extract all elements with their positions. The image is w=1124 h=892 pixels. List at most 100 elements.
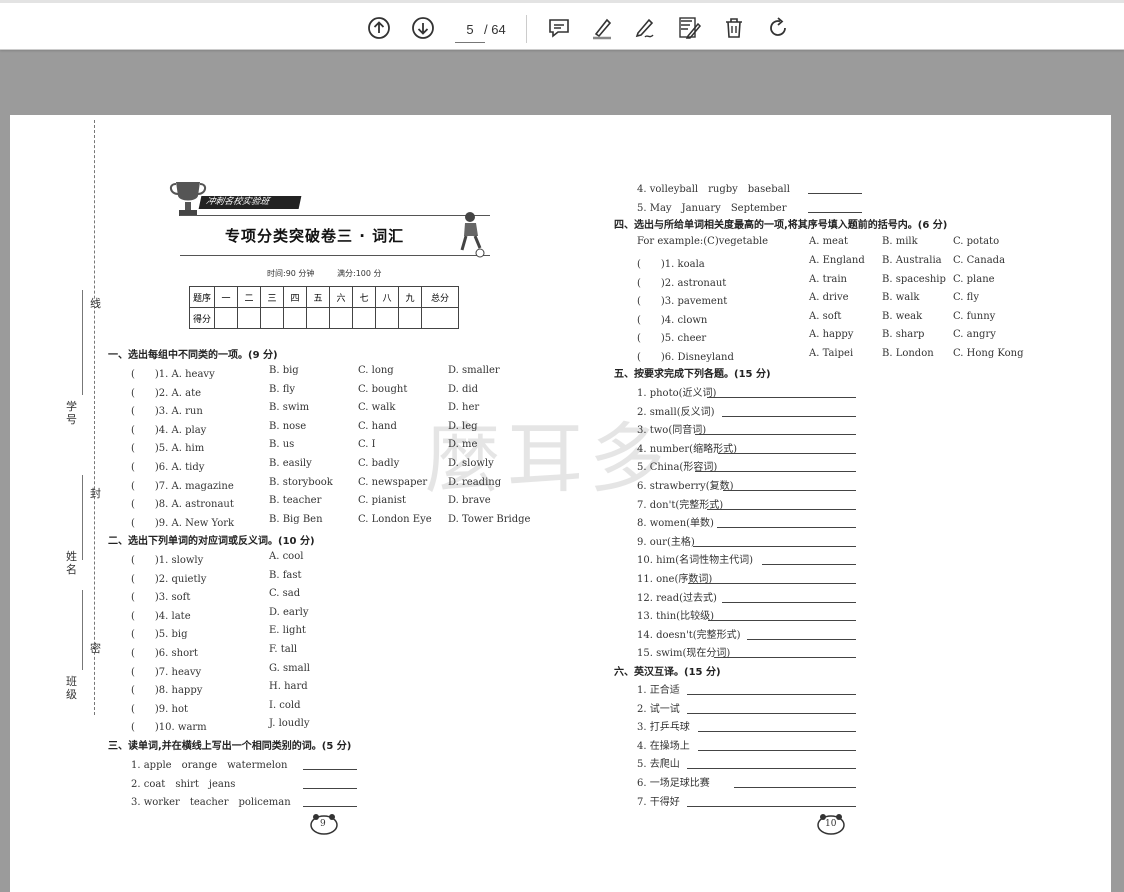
section3-answer-line[interactable] [303, 787, 357, 789]
section1-option-b: B. us [269, 439, 295, 451]
section4-example: For example:(C)vegetable [637, 236, 769, 247]
section5-answer-line[interactable] [695, 471, 856, 473]
section5-answer-line[interactable] [722, 601, 856, 603]
section5-question: 6. strawberry(复数) [637, 481, 734, 492]
section2-option: A. cool [269, 551, 304, 562]
section2-question: ( )3. soft [131, 592, 191, 604]
section2-option: C. sad [269, 588, 301, 600]
section6-question: 6. 一场足球比赛 [637, 778, 710, 789]
section6-answer-line[interactable] [687, 694, 856, 695]
series-banner-text: 冲刺名校实验班 [205, 197, 271, 207]
section1-option-b: B. swim [269, 402, 310, 414]
highlighter-icon[interactable] [589, 15, 615, 41]
section5-answer-line[interactable] [762, 564, 856, 566]
section5-question: 10. him(名词性物主代词) [637, 555, 754, 567]
section4-example-a: A. meat [809, 236, 848, 247]
section5-question: 13. thin(比较级) [637, 611, 714, 623]
score-cell: 题序 [188, 286, 216, 308]
score-cell [352, 307, 377, 329]
section2-question: ( )10. warm [131, 722, 207, 734]
section2-question: ( )9. hot [131, 703, 189, 715]
section4-option-c: C. angry [953, 329, 996, 341]
section5-answer-line[interactable] [717, 527, 856, 529]
section5-answer-line[interactable] [688, 583, 856, 584]
section3-answer-line[interactable] [303, 769, 357, 770]
section4-option-b: B. walk [882, 292, 920, 304]
page-number-input[interactable] [455, 16, 485, 43]
section3-answer-line[interactable] [808, 211, 862, 213]
section5-answer-line[interactable] [707, 508, 856, 510]
binding-dashed-line [94, 120, 95, 715]
section5-answer-line[interactable] [707, 397, 856, 398]
section4-option-a: A. drive [809, 292, 849, 304]
rotate-icon[interactable] [765, 15, 791, 41]
section1-option-c: C. newspaper [358, 476, 428, 488]
section5-answer-line[interactable] [708, 620, 856, 622]
score-cell: 七 [352, 286, 377, 308]
score-cell [329, 307, 354, 329]
section4-heading: 四、选出与所给单词相关度最高的一项,将其序号填入题前的括号内。(6 分) [614, 220, 948, 231]
section5-question: 2. small(反义词) [637, 406, 715, 418]
section6-answer-line[interactable] [687, 712, 856, 714]
section3-answer-line[interactable] [303, 806, 357, 808]
section1-question: ( )6. A. tidy [131, 462, 205, 473]
previous-page-icon[interactable] [366, 15, 392, 41]
section2-question: ( )5. big [131, 629, 188, 641]
section5-answer-line[interactable] [722, 415, 856, 417]
section5-answer-line[interactable] [695, 434, 856, 436]
section4-question: ( )6. Disneyland [637, 352, 734, 363]
section3-answer-line[interactable] [808, 193, 862, 194]
section1-option-d: D. reading [448, 476, 502, 488]
draw-icon[interactable] [632, 15, 658, 41]
section5-answer-line[interactable] [714, 657, 856, 659]
section5-answer-line[interactable] [747, 638, 856, 640]
page-number-left: 9 [320, 819, 326, 829]
soccer-player-icon [460, 212, 485, 258]
section5-answer-line[interactable] [718, 452, 856, 454]
section1-option-d: D. her [448, 402, 480, 414]
edit-text-icon[interactable] [677, 15, 703, 41]
watermark: 麼耳多 [425, 414, 671, 503]
name-label: 姓名 [66, 550, 77, 576]
section4-question: ( )3. pavement [637, 296, 728, 308]
section6-heading: 六、英汉互译。(15 分) [614, 667, 721, 678]
section1-option-b: B. teacher [269, 495, 322, 507]
score-table-header-row: 题序 一 二 三 四 五 六 七 八 九 总分 [188, 286, 460, 308]
section2-option: F. tall [269, 644, 298, 655]
section4-option-b: B. London [882, 348, 934, 359]
score-cell [421, 307, 460, 329]
trash-icon[interactable] [721, 15, 747, 41]
section1-option-d: D. brave [448, 495, 491, 507]
section5-answer-line[interactable] [723, 490, 856, 491]
section6-answer-line[interactable] [687, 805, 856, 807]
section4-option-b: B. Australia [882, 255, 942, 266]
section4-option-c: C. fly [953, 292, 979, 304]
section6-answer-line[interactable] [698, 731, 856, 733]
section1-option-b: B. Big Ben [269, 513, 323, 525]
score-cell [214, 307, 239, 329]
section6-question: 4. 在操场上 [637, 740, 690, 752]
section2-option: I. cold [269, 699, 301, 711]
section6-answer-line[interactable] [687, 768, 856, 770]
section5-question: 14. doesn't(完整形式) [637, 629, 741, 641]
score-cell [283, 307, 308, 329]
section4-option-a: A. England [809, 255, 865, 266]
page-total: / 64 [484, 22, 506, 37]
next-page-icon[interactable] [410, 15, 436, 41]
score-cell: 总分 [421, 286, 460, 308]
comment-icon[interactable] [546, 15, 572, 41]
page-title: 专项分类突破卷三 · 词汇 [225, 227, 405, 245]
score-cell [306, 307, 331, 329]
section2-option: G. small [269, 662, 310, 674]
section6-answer-line[interactable] [698, 749, 856, 751]
section1-option-d: D. Tower Bridge [448, 513, 531, 525]
section3-question: 1. apple orange watermelon [131, 760, 288, 771]
section6-answer-line[interactable] [734, 787, 856, 788]
title-rule-top [180, 215, 490, 216]
score-cell: 八 [375, 286, 400, 308]
section5-answer-line[interactable] [693, 545, 856, 547]
name-line [82, 475, 83, 560]
series-banner: 冲刺名校实验班 [198, 196, 302, 209]
score-cell: 九 [398, 286, 423, 308]
pdf-toolbar: / 64 [0, 0, 1124, 50]
